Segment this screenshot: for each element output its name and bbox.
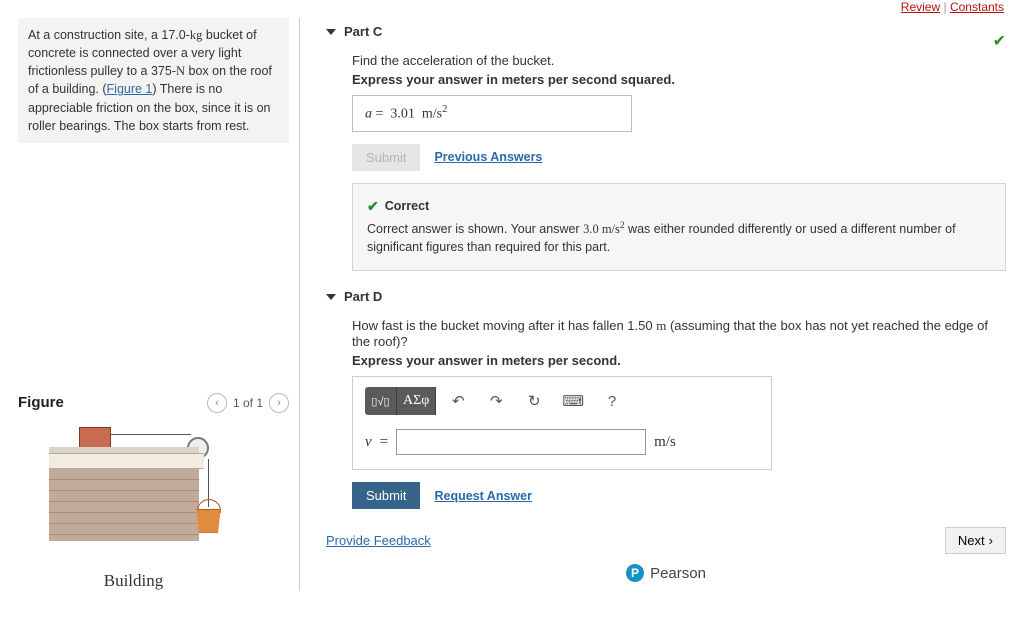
request-answer-link[interactable]: Request Answer (434, 489, 531, 503)
figure-prev-button[interactable]: ‹ (207, 393, 227, 413)
pearson-brand: Pearson (650, 565, 706, 582)
figure-pager: 1 of 1 (233, 396, 263, 410)
caret-down-icon (326, 29, 336, 35)
figure-title: Figure (18, 394, 207, 411)
reset-button[interactable]: ↻ (518, 387, 550, 415)
help-button[interactable]: ? (596, 387, 628, 415)
part-d-unit: m/s (654, 434, 676, 451)
part-c-previous-answers-link[interactable]: Previous Answers (434, 150, 542, 164)
problem-statement: At a construction site, a 17.0-kg bucket… (18, 18, 289, 143)
figure-next-button[interactable]: › (269, 393, 289, 413)
part-c-submit-button: Submit (352, 144, 420, 171)
part-c-answer-display: a = 3.01 m/s2 (352, 95, 632, 132)
review-link[interactable]: Review (901, 0, 940, 14)
caret-down-icon (326, 294, 336, 300)
check-icon: ✔ (367, 196, 379, 216)
next-button[interactable]: Next› (945, 527, 1006, 554)
part-c-instruction: Express your answer in meters per second… (352, 72, 1006, 87)
top-sep: | (944, 0, 947, 14)
templates-button[interactable]: ▯√▯ (365, 387, 397, 415)
keyboard-button[interactable]: ⌨ (556, 387, 590, 415)
building-label: Building (0, 571, 289, 591)
part-c-header[interactable]: Part C (326, 24, 1006, 39)
part-d-answer-input[interactable] (396, 429, 646, 455)
part-d-input-panel: ▯√▯ ΑΣφ ↶ ↷ ↻ ⌨ ? v = m/s (352, 376, 772, 470)
equals-sign: = (380, 434, 388, 451)
greek-button[interactable]: ΑΣφ (397, 387, 436, 415)
chevron-right-icon: › (989, 533, 993, 548)
part-d-prompt: How fast is the bucket moving after it h… (352, 318, 1006, 349)
pearson-logo-icon: P (626, 564, 644, 582)
part-d-submit-button[interactable]: Submit (352, 482, 420, 509)
part-c-prompt: Find the acceleration of the bucket. (352, 53, 1006, 68)
part-d-header[interactable]: Part D (326, 289, 1006, 304)
provide-feedback-link[interactable]: Provide Feedback (326, 533, 431, 548)
constants-link[interactable]: Constants (950, 0, 1004, 14)
undo-button[interactable]: ↶ (442, 387, 474, 415)
part-d-instruction: Express your answer in meters per second… (352, 353, 1006, 368)
part-d-variable: v (365, 434, 372, 451)
part-c-feedback: ✔Correct Correct answer is shown. Your a… (352, 183, 1006, 272)
figure-image (49, 427, 259, 567)
redo-button[interactable]: ↷ (480, 387, 512, 415)
figure-1-link[interactable]: Figure 1 (107, 82, 153, 96)
part-c-correct-icon: ✔ (993, 31, 1006, 51)
